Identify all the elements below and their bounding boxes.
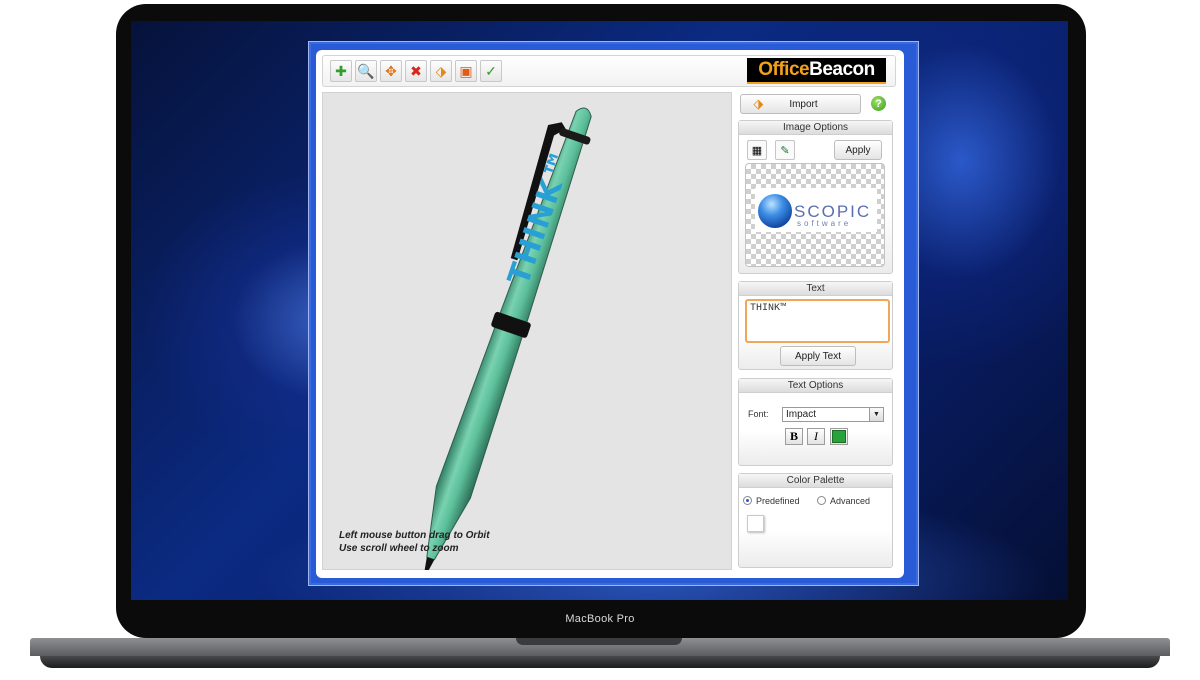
camera-icon: ▣ <box>459 63 473 79</box>
text-panel-title: Text <box>739 282 892 296</box>
magnifier-icon: 🔍 <box>357 63 375 79</box>
palette-swatch[interactable] <box>747 515 764 532</box>
text-input[interactable]: THINK™ <box>745 299 890 343</box>
pen-imprint-text: THINK™ <box>501 145 580 290</box>
zoom-button[interactable]: 🔍 <box>355 60 377 82</box>
import-image-button[interactable]: ⬗ <box>430 60 452 82</box>
font-select[interactable]: Impact ▼ <box>782 407 884 422</box>
color-palette-title: Color Palette <box>739 474 892 488</box>
text-options-panel: Text Options <box>738 378 893 466</box>
eyedropper-icon[interactable]: ✎ <box>775 140 795 160</box>
bold-button[interactable]: B <box>785 428 803 445</box>
apply-text-button[interactable]: Apply Text <box>780 346 856 366</box>
image-options-title: Image Options <box>739 121 892 135</box>
laptop-base-bottom <box>40 656 1160 668</box>
italic-button[interactable]: I <box>807 428 825 445</box>
import-button[interactable]: ⬗ Import <box>740 94 861 114</box>
predefined-radio[interactable] <box>743 496 752 505</box>
image-apply-button[interactable]: Apply <box>834 140 882 160</box>
move-arrows-icon: ✥ <box>385 63 397 79</box>
text-color-swatch <box>832 430 846 443</box>
text-color-button[interactable] <box>830 428 848 445</box>
delete-button[interactable]: ✖ <box>405 60 427 82</box>
chevron-down-icon[interactable]: ▼ <box>869 408 883 421</box>
help-icon[interactable]: ? <box>871 96 886 111</box>
laptop-notch <box>516 638 682 645</box>
green-check-icon: ✓ <box>485 63 497 79</box>
add-model-button[interactable]: ✚ <box>330 60 352 82</box>
advanced-radio[interactable] <box>817 496 826 505</box>
font-label: Font: <box>748 409 769 419</box>
device-label: MacBook Pro <box>565 613 635 625</box>
transparency-icon[interactable]: ▦ <box>747 140 767 160</box>
scopic-orb-icon <box>758 194 792 228</box>
image-import-icon: ⬗ <box>435 63 447 79</box>
zoom-hint: Use scroll wheel to zoom <box>339 543 459 554</box>
orbit-hint: Left mouse button drag to Orbit <box>339 530 490 541</box>
predefined-label: Predefined <box>756 496 800 506</box>
advanced-label: Advanced <box>830 496 871 506</box>
move-button[interactable]: ✥ <box>380 60 402 82</box>
preview-subtitle: software <box>797 219 852 228</box>
red-x-icon: ✖ <box>410 63 422 79</box>
image-import-icon: ⬗ <box>753 96 764 111</box>
screenshot-button[interactable]: ▣ <box>455 60 477 82</box>
officebeacon-logo: Office Beacon <box>747 58 886 84</box>
green-cross-icon: ✚ <box>335 63 347 79</box>
text-options-title: Text Options <box>739 379 892 393</box>
pen-model[interactable]: THINK™ <box>322 92 732 570</box>
confirm-button[interactable]: ✓ <box>480 60 502 82</box>
